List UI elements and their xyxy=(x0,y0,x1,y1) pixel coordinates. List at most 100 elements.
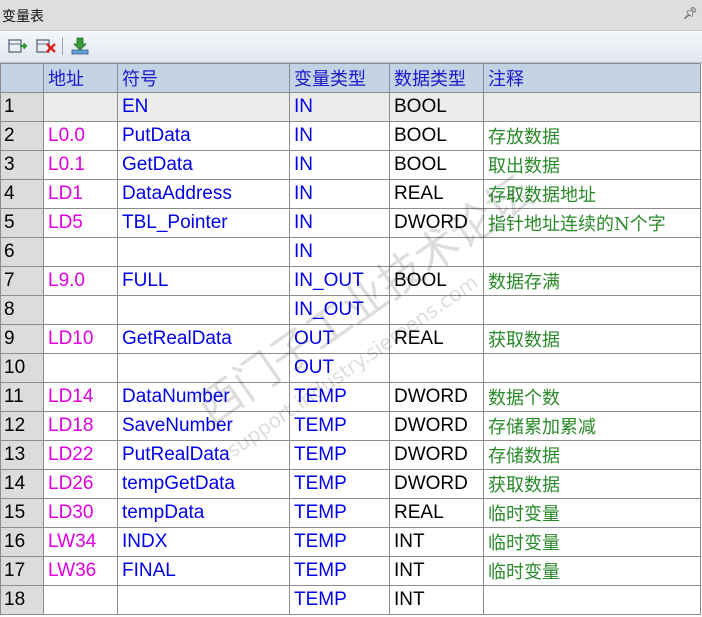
data-type-cell[interactable]: BOOL xyxy=(389,150,484,180)
address-cell[interactable]: LD5 xyxy=(43,208,118,238)
table-row[interactable]: 10 OUT xyxy=(0,353,701,383)
comment-cell[interactable]: 数据存满 xyxy=(483,266,701,296)
symbol-cell[interactable]: INDX xyxy=(117,527,290,557)
column-header-comment[interactable]: 注释 xyxy=(483,63,701,93)
data-type-cell[interactable]: REAL xyxy=(389,324,484,354)
address-cell[interactable]: L0.1 xyxy=(43,150,118,180)
address-cell[interactable]: L0.0 xyxy=(43,121,118,151)
data-type-cell[interactable]: DWORD xyxy=(389,440,484,470)
symbol-cell[interactable]: FULL xyxy=(117,266,290,296)
var-type-cell[interactable]: TEMP xyxy=(289,411,390,441)
table-row[interactable]: 15 LD30 tempData TEMP REAL 临时变量 xyxy=(0,498,701,528)
row-number-cell[interactable]: 16 xyxy=(0,527,44,557)
symbol-cell[interactable]: tempGetData xyxy=(117,469,290,499)
symbol-cell[interactable]: GetRealData xyxy=(117,324,290,354)
comment-cell[interactable] xyxy=(483,295,701,325)
table-row[interactable]: 8 IN_OUT xyxy=(0,295,701,325)
data-type-cell[interactable]: BOOL xyxy=(389,121,484,151)
var-type-cell[interactable]: IN_OUT xyxy=(289,295,390,325)
row-number-cell[interactable]: 7 xyxy=(0,266,44,296)
table-row[interactable]: 9 LD10 GetRealData OUT REAL 获取数据 xyxy=(0,324,701,354)
address-cell[interactable]: LD10 xyxy=(43,324,118,354)
row-number-cell[interactable]: 3 xyxy=(0,150,44,180)
comment-cell[interactable] xyxy=(483,353,701,383)
data-type-cell[interactable] xyxy=(389,353,484,383)
table-row[interactable]: 11 LD14 DataNumber TEMP DWORD 数据个数 xyxy=(0,382,701,412)
row-number-cell[interactable]: 17 xyxy=(0,556,44,586)
address-cell[interactable] xyxy=(43,295,118,325)
comment-cell[interactable]: 临时变量 xyxy=(483,498,701,528)
address-cell[interactable] xyxy=(43,353,118,383)
table-row[interactable]: 17 LW36 FINAL TEMP INT 临时变量 xyxy=(0,556,701,586)
symbol-cell[interactable]: EN xyxy=(117,92,290,122)
var-type-cell[interactable]: TEMP xyxy=(289,527,390,557)
symbol-cell[interactable]: TBL_Pointer xyxy=(117,208,290,238)
symbol-cell[interactable]: GetData xyxy=(117,150,290,180)
symbol-cell[interactable]: tempData xyxy=(117,498,290,528)
comment-cell[interactable]: 临时变量 xyxy=(483,556,701,586)
var-type-cell[interactable]: IN xyxy=(289,208,390,238)
comment-cell[interactable]: 存储数据 xyxy=(483,440,701,470)
address-cell[interactable] xyxy=(43,237,118,267)
address-cell[interactable]: L9.0 xyxy=(43,266,118,296)
row-number-cell[interactable]: 11 xyxy=(0,382,44,412)
row-number-cell[interactable]: 1 xyxy=(0,92,44,122)
address-cell[interactable]: LD18 xyxy=(43,411,118,441)
address-cell[interactable]: LD30 xyxy=(43,498,118,528)
row-number-cell[interactable]: 14 xyxy=(0,469,44,499)
data-type-cell[interactable]: BOOL xyxy=(389,266,484,296)
var-type-cell[interactable]: OUT xyxy=(289,353,390,383)
data-type-cell[interactable]: DWORD xyxy=(389,382,484,412)
data-type-cell[interactable]: INT xyxy=(389,585,484,615)
table-row[interactable]: 13 LD22 PutRealData TEMP DWORD 存储数据 xyxy=(0,440,701,470)
comment-cell[interactable]: 存放数据 xyxy=(483,121,701,151)
symbol-cell[interactable]: SaveNumber xyxy=(117,411,290,441)
var-type-cell[interactable]: TEMP xyxy=(289,440,390,470)
data-type-cell[interactable]: INT xyxy=(389,527,484,557)
data-type-cell[interactable]: INT xyxy=(389,556,484,586)
address-cell[interactable]: LD14 xyxy=(43,382,118,412)
table-row[interactable]: 2 L0.0 PutData IN BOOL 存放数据 xyxy=(0,121,701,151)
address-cell[interactable]: LD26 xyxy=(43,469,118,499)
comment-cell[interactable]: 获取数据 xyxy=(483,324,701,354)
delete-row-button[interactable] xyxy=(34,35,58,57)
row-number-cell[interactable]: 2 xyxy=(0,121,44,151)
comment-cell[interactable] xyxy=(483,585,701,615)
symbol-cell[interactable]: PutData xyxy=(117,121,290,151)
symbol-cell[interactable]: PutRealData xyxy=(117,440,290,470)
comment-cell[interactable]: 存储累加累减 xyxy=(483,411,701,441)
row-number-cell[interactable]: 9 xyxy=(0,324,44,354)
symbol-cell[interactable] xyxy=(117,295,290,325)
row-number-cell[interactable]: 10 xyxy=(0,353,44,383)
symbol-cell[interactable]: DataNumber xyxy=(117,382,290,412)
symbol-cell[interactable] xyxy=(117,353,290,383)
column-header-symbol[interactable]: 符号 xyxy=(117,63,290,93)
table-row[interactable]: 12 LD18 SaveNumber TEMP DWORD 存储累加累减 xyxy=(0,411,701,441)
comment-cell[interactable]: 取出数据 xyxy=(483,150,701,180)
data-type-cell[interactable] xyxy=(389,295,484,325)
table-row[interactable]: 1 EN IN BOOL xyxy=(0,92,701,122)
download-button[interactable] xyxy=(68,35,92,57)
address-cell[interactable]: LW34 xyxy=(43,527,118,557)
address-cell[interactable]: LW36 xyxy=(43,556,118,586)
address-cell[interactable] xyxy=(43,92,118,122)
var-type-cell[interactable]: TEMP xyxy=(289,556,390,586)
symbol-cell[interactable]: FINAL xyxy=(117,556,290,586)
table-row[interactable]: 16 LW34 INDX TEMP INT 临时变量 xyxy=(0,527,701,557)
comment-cell[interactable]: 指针地址连续的N个字 xyxy=(483,208,701,238)
var-type-cell[interactable]: IN xyxy=(289,237,390,267)
address-cell[interactable]: LD1 xyxy=(43,179,118,209)
comment-cell[interactable]: 临时变量 xyxy=(483,527,701,557)
column-header-address[interactable]: 地址 xyxy=(43,63,118,93)
var-type-cell[interactable]: IN xyxy=(289,150,390,180)
var-type-cell[interactable]: IN_OUT xyxy=(289,266,390,296)
row-number-cell[interactable]: 13 xyxy=(0,440,44,470)
table-row[interactable]: 6 IN xyxy=(0,237,701,267)
row-number-cell[interactable]: 6 xyxy=(0,237,44,267)
data-type-cell[interactable]: REAL xyxy=(389,498,484,528)
symbol-cell[interactable] xyxy=(117,585,290,615)
table-row[interactable]: 3 L0.1 GetData IN BOOL 取出数据 xyxy=(0,150,701,180)
data-type-cell[interactable]: DWORD xyxy=(389,469,484,499)
var-type-cell[interactable]: TEMP xyxy=(289,469,390,499)
comment-cell[interactable] xyxy=(483,92,701,122)
